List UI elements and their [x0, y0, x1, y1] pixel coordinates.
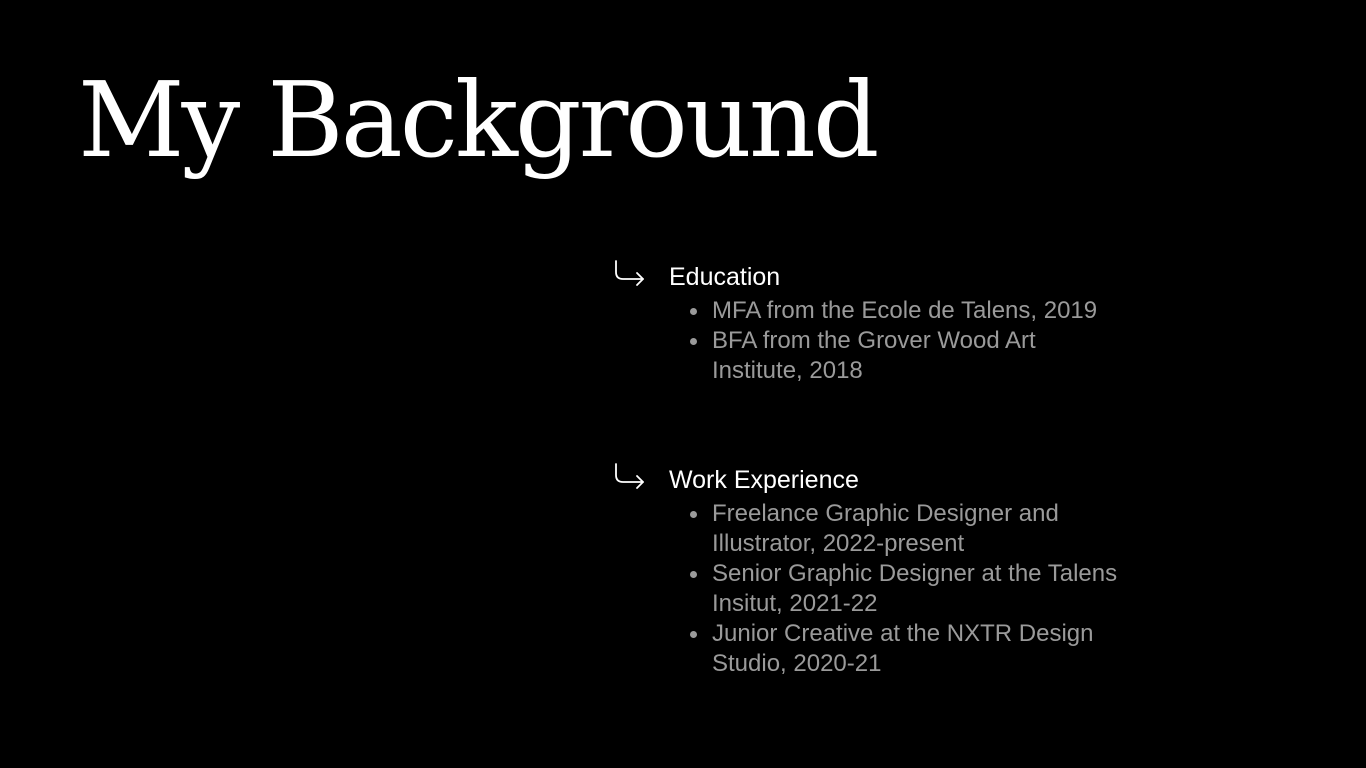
section-header: Work Experience — [612, 461, 1132, 499]
bullet-icon — [690, 631, 697, 638]
list-item: Junior Creative at the NXTR Design Studi… — [690, 619, 1122, 679]
section-education: Education MFA from the Ecole de Talens, … — [612, 258, 1132, 386]
list-item-text: Senior Graphic Designer at the Talens In… — [712, 560, 1118, 617]
list-item: MFA from the Ecole de Talens, 2019 — [690, 296, 1122, 326]
list-item-text: MFA from the Ecole de Talens, 2019 — [712, 297, 1098, 324]
list-item: Freelance Graphic Designer and Illustrat… — [690, 499, 1122, 559]
list-item-text: Junior Creative at the NXTR Design Studi… — [712, 620, 1094, 677]
bullet-icon — [690, 308, 697, 315]
arrow-turn-down-right-icon — [612, 257, 648, 293]
bullet-icon — [690, 571, 697, 578]
slide: My Background Education MFA from the Eco… — [0, 0, 1366, 768]
bullet-list: MFA from the Ecole de Talens, 2019 BFA f… — [612, 296, 1132, 386]
list-item: BFA from the Grover Wood Art Institute, … — [690, 326, 1122, 386]
section-heading: Education — [669, 263, 781, 291]
list-item: Senior Graphic Designer at the Talens In… — [690, 559, 1122, 619]
list-item-text: BFA from the Grover Wood Art Institute, … — [712, 327, 1036, 384]
bullet-icon — [690, 511, 697, 518]
list-item-text: Freelance Graphic Designer and Illustrat… — [712, 500, 1059, 557]
section-heading: Work Experience — [669, 466, 859, 494]
section-header: Education — [612, 258, 1132, 296]
bullet-icon — [690, 338, 697, 345]
arrow-turn-down-right-icon — [612, 460, 648, 496]
slide-title: My Background — [78, 59, 879, 181]
bullet-list: Freelance Graphic Designer and Illustrat… — [612, 499, 1132, 679]
section-work-experience: Work Experience Freelance Graphic Design… — [612, 461, 1132, 679]
